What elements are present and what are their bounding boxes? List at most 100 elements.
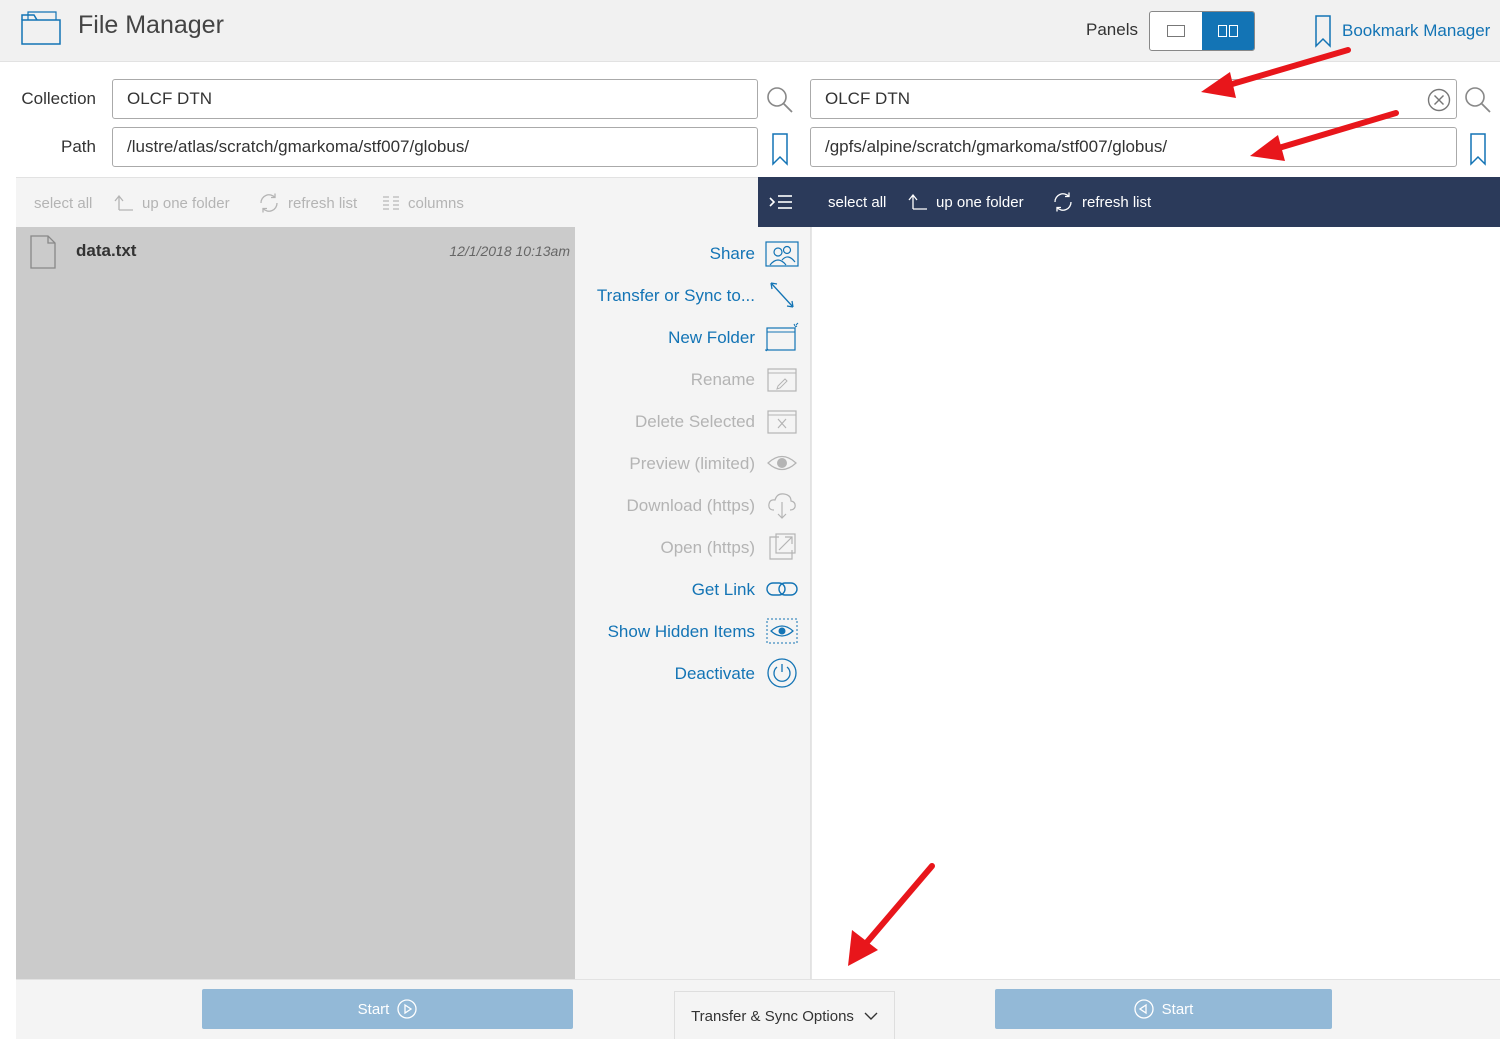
right-path-input[interactable]: /gpfs/alpine/scratch/gmarkoma/stf007/glo…	[810, 127, 1457, 167]
refresh-list-label: refresh list	[1082, 193, 1152, 211]
start-label: Start	[357, 1000, 390, 1018]
transfer-sync-options-label: Transfer & Sync Options	[691, 1007, 854, 1025]
file-icon	[30, 235, 56, 269]
folder-icon	[21, 11, 61, 45]
action-label: Share	[709, 244, 755, 263]
bookmark-manager-link[interactable]: Bookmark Manager	[1314, 14, 1490, 48]
clear-collection-button[interactable]	[1425, 86, 1453, 114]
panels-label: Panels	[1086, 20, 1138, 39]
rename-action[interactable]: Rename	[575, 358, 811, 400]
action-label: Preview (limited)	[629, 454, 755, 473]
dual-panel-icon	[1218, 25, 1238, 37]
up-folder-icon	[114, 194, 133, 211]
expand-menu-icon	[769, 195, 792, 209]
left-select-all-button[interactable]: select all	[34, 178, 92, 228]
clear-circle-x-icon	[1427, 88, 1451, 112]
left-file-list: data.txt 12/1/2018 10:13am	[16, 227, 575, 979]
action-label: Deactivate	[674, 664, 755, 683]
play-circle-left-icon	[1134, 999, 1154, 1019]
right-toolbar: select all up one folder refresh list	[758, 177, 1500, 227]
new-folder-icon	[765, 322, 799, 352]
deactivate-action[interactable]: Deactivate	[575, 652, 811, 694]
action-label: Download (https)	[626, 496, 755, 515]
preview-action[interactable]: Preview (limited)	[575, 442, 811, 484]
collection-label: Collection	[21, 89, 96, 108]
toggle-menu-button[interactable]	[768, 177, 794, 227]
delete-icon	[765, 406, 799, 436]
footer: Start Transfer & Sync Options Start	[16, 979, 1500, 1039]
search-icon	[1465, 87, 1491, 113]
bookmark-icon	[772, 133, 788, 166]
file-date: 12/1/2018 10:13am	[449, 243, 570, 259]
transfer-sync-options-button[interactable]: Transfer & Sync Options	[674, 991, 895, 1039]
action-label: Delete Selected	[634, 412, 755, 431]
up-one-folder-label: up one folder	[142, 194, 230, 212]
right-start-button[interactable]: Start	[995, 989, 1332, 1029]
header: File Manager Panels Bookmark Manager	[0, 0, 1500, 62]
left-refresh-list-button[interactable]: refresh list	[258, 178, 357, 228]
panels-toggle[interactable]	[1149, 11, 1255, 51]
file-row[interactable]: data.txt 12/1/2018 10:13am	[16, 227, 575, 275]
right-refresh-list-button[interactable]: refresh list	[1052, 177, 1151, 227]
get-link-action[interactable]: Get Link	[575, 568, 811, 610]
transfer-icon	[765, 280, 799, 310]
columns-label: columns	[408, 194, 464, 212]
single-panel-icon	[1167, 25, 1185, 37]
show-hidden-eye-icon	[765, 616, 799, 646]
rename-icon	[765, 364, 799, 394]
left-collection-input[interactable]: OLCF DTN	[112, 79, 758, 119]
right-path-bookmark-button[interactable]	[1466, 130, 1490, 168]
left-toolbar: select all up one folder refresh list co…	[16, 177, 758, 227]
new-folder-action[interactable]: New Folder	[575, 316, 811, 358]
path-label: Path	[61, 137, 96, 156]
bookmark-icon	[1470, 133, 1486, 166]
download-action[interactable]: Download (https)	[575, 484, 811, 526]
play-circle-icon	[397, 999, 417, 1019]
select-all-label: select all	[828, 193, 887, 211]
transfer-or-sync-action[interactable]: Transfer or Sync to...	[575, 274, 811, 316]
open-external-icon	[765, 532, 799, 562]
download-cloud-icon	[765, 490, 799, 520]
action-label: Get Link	[691, 580, 755, 599]
action-label: Rename	[690, 370, 755, 389]
right-up-one-folder-button[interactable]: up one folder	[908, 177, 1024, 227]
action-label: New Folder	[668, 328, 755, 347]
right-collection-input[interactable]: OLCF DTN	[810, 79, 1457, 119]
action-label: Transfer or Sync to...	[596, 286, 755, 305]
share-icon	[765, 238, 799, 268]
link-icon	[765, 574, 799, 604]
page-title: File Manager	[78, 11, 224, 39]
right-file-list	[811, 227, 1500, 979]
left-start-button[interactable]: Start	[202, 989, 573, 1029]
select-all-label: select all	[34, 194, 93, 212]
chevron-down-icon	[864, 1012, 878, 1020]
right-select-all-button[interactable]: select all	[828, 177, 886, 227]
refresh-list-label: refresh list	[288, 194, 358, 212]
single-panel-button[interactable]	[1150, 12, 1202, 50]
bookmark-manager-label: Bookmark Manager	[1342, 21, 1491, 40]
file-name: data.txt	[76, 241, 137, 260]
preview-eye-icon	[765, 448, 799, 478]
action-label: Open (https)	[660, 538, 756, 557]
action-menu: Share Transfer or Sync to... New Folder …	[575, 227, 811, 979]
left-path-input[interactable]: /lustre/atlas/scratch/gmarkoma/stf007/gl…	[112, 127, 758, 167]
refresh-icon	[260, 193, 278, 213]
left-collection-search-button[interactable]	[764, 84, 796, 116]
left-up-one-folder-button[interactable]: up one folder	[114, 178, 230, 228]
left-path-bookmark-button[interactable]	[768, 130, 792, 168]
up-folder-icon	[908, 193, 927, 210]
start-label: Start	[1161, 1000, 1194, 1018]
power-icon	[765, 658, 799, 688]
show-hidden-items-action[interactable]: Show Hidden Items	[575, 610, 811, 652]
share-action[interactable]: Share	[575, 232, 811, 274]
bookmark-icon	[1315, 15, 1331, 48]
columns-icon	[383, 196, 399, 210]
up-one-folder-label: up one folder	[936, 193, 1024, 211]
dual-panel-button[interactable]	[1202, 12, 1254, 50]
open-https-action[interactable]: Open (https)	[575, 526, 811, 568]
refresh-icon	[1054, 192, 1072, 212]
action-label: Show Hidden Items	[607, 622, 755, 641]
right-collection-search-button[interactable]	[1462, 84, 1494, 116]
delete-selected-action[interactable]: Delete Selected	[575, 400, 811, 442]
left-columns-button[interactable]: columns	[382, 178, 464, 228]
